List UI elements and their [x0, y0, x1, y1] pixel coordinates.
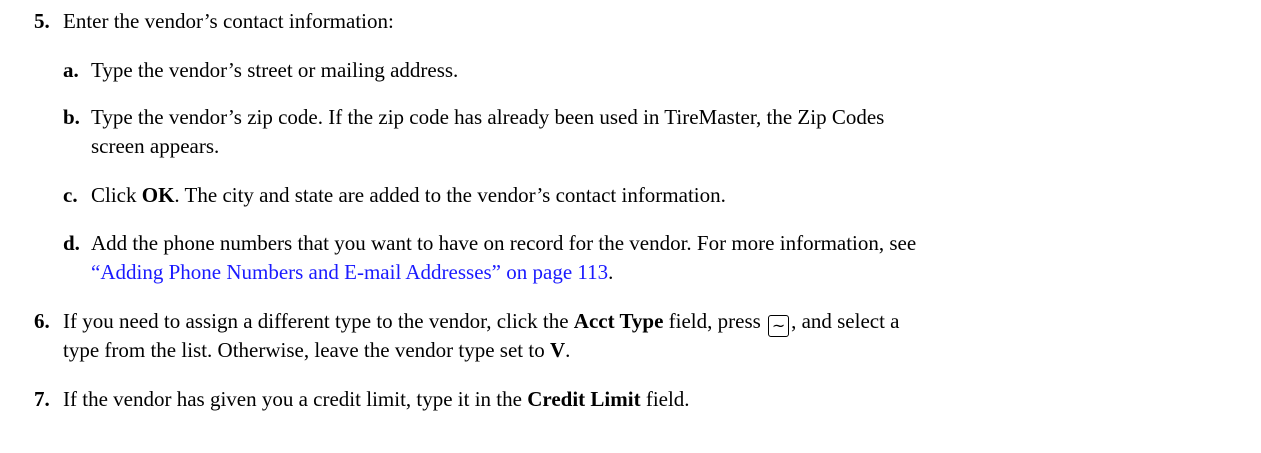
step-6-mid: field, press: [663, 309, 767, 333]
substep-a-text: Type the vendor’s street or mailing addr…: [91, 58, 459, 82]
substep-d-letter: d.: [63, 231, 80, 255]
credit-limit-field-name: Credit Limit: [527, 387, 641, 411]
substep-b-line1: Type the vendor’s zip code. If the zip c…: [91, 105, 885, 129]
step-6-pre: If you need to assign a different type t…: [63, 309, 574, 333]
step-7-number: 7.: [34, 387, 50, 411]
step-7-text: If the vendor has given you a credit lim…: [63, 386, 690, 412]
tilde-key-icon: ~: [768, 315, 790, 337]
step-6-number: 6.: [34, 309, 50, 333]
step-7-post: field.: [640, 387, 690, 411]
step-6-line2: type from the list. Otherwise, leave the…: [63, 337, 570, 363]
substep-d-line1: Add the phone numbers that you want to h…: [91, 231, 917, 255]
step-6-line2-pre: type from the list. Otherwise, leave the…: [63, 338, 550, 362]
acct-type-field-name: Acct Type: [573, 309, 664, 333]
step-6-line2-post: .: [565, 338, 571, 362]
step-5-text: Enter the vendor’s contact information:: [63, 9, 394, 33]
substep-c-text: Click OK. The city and state are added t…: [91, 182, 726, 208]
ok-button-name: OK: [141, 183, 175, 207]
adding-phone-numbers-link[interactable]: “Adding Phone Numbers and E-mail Address…: [91, 260, 608, 284]
substep-c-pre: Click: [91, 183, 142, 207]
step-5-number: 5.: [34, 9, 50, 33]
substep-c-letter: c.: [63, 183, 78, 207]
step-6-post: , and select a: [791, 309, 900, 333]
step-6-line1: If you need to assign a different type t…: [63, 308, 900, 337]
vendor-type-value: V: [549, 338, 566, 362]
substep-d-line2: “Adding Phone Numbers and E-mail Address…: [91, 259, 613, 285]
substep-a-letter: a.: [63, 58, 79, 82]
step-7-pre: If the vendor has given you a credit lim…: [63, 387, 528, 411]
substep-b-letter: b.: [63, 105, 80, 129]
substep-d-after-link: .: [608, 260, 614, 284]
substep-b-line2: screen appears.: [91, 134, 220, 158]
substep-c-post: . The city and state are added to the ve…: [174, 183, 726, 207]
